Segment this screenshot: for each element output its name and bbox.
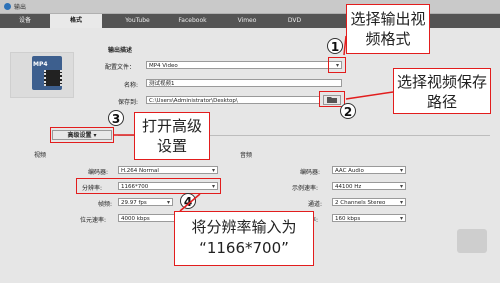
arrow-1 bbox=[343, 35, 347, 56]
annotation-arrows bbox=[114, 35, 394, 212]
arrow-2 bbox=[345, 91, 394, 100]
watermark-logo bbox=[457, 229, 487, 253]
arrow-4 bbox=[179, 193, 201, 212]
